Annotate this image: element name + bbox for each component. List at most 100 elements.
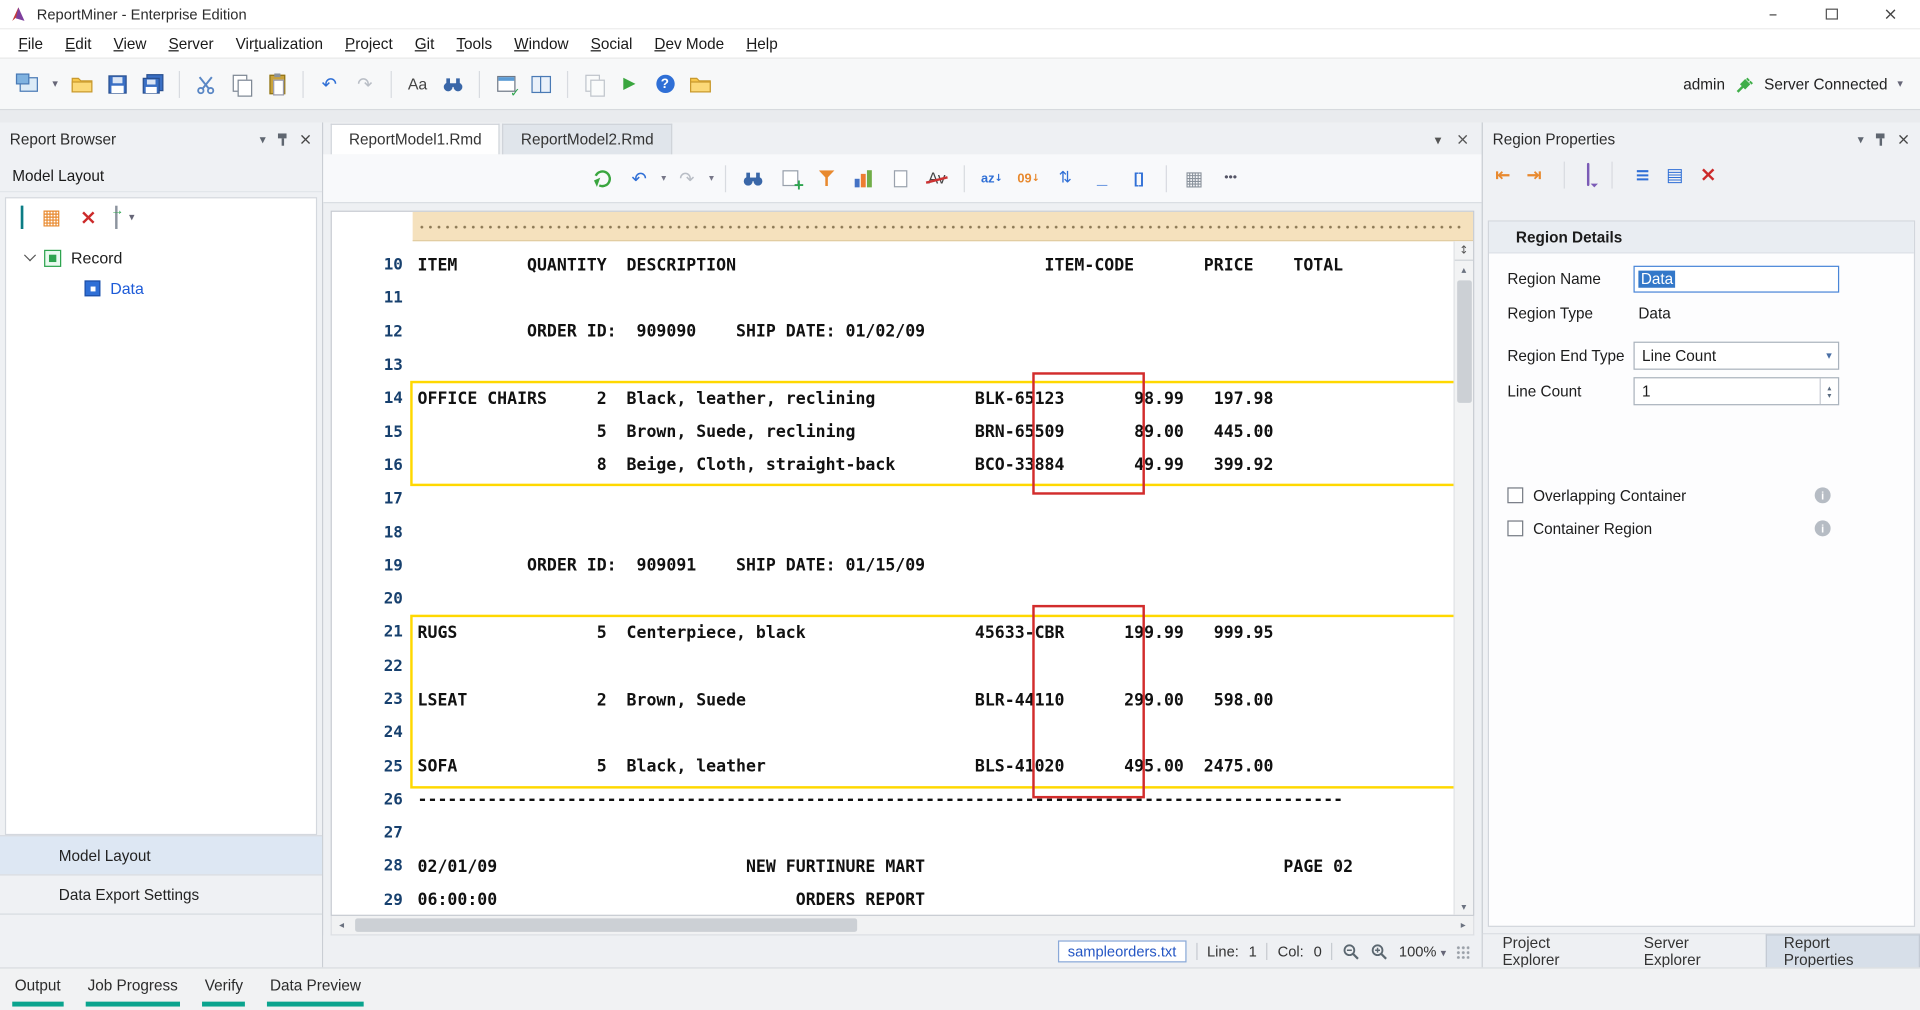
refresh-button[interactable] bbox=[587, 162, 619, 194]
pin-icon[interactable] bbox=[277, 132, 288, 147]
font-case-button[interactable]: Av bbox=[921, 162, 953, 194]
delete-node-button[interactable]: × bbox=[80, 206, 97, 230]
move-region-left-button[interactable]: ⇤ bbox=[1495, 164, 1510, 186]
redo-edit-button[interactable]: ↷ bbox=[671, 162, 703, 194]
new-report-dropdown-icon[interactable]: ▾ bbox=[48, 68, 63, 100]
region-name-input[interactable]: Data bbox=[1633, 266, 1839, 293]
undo-dropdown-icon[interactable]: ▾ bbox=[661, 173, 666, 184]
font-button[interactable]: Aa bbox=[402, 68, 434, 100]
pin-icon[interactable] bbox=[1875, 132, 1886, 147]
help-button[interactable]: ? bbox=[649, 68, 681, 100]
undo-button[interactable]: ↶ bbox=[313, 68, 345, 100]
spin-down-icon[interactable]: ▾ bbox=[1827, 391, 1831, 398]
menu-item-dev-mode[interactable]: Dev Mode bbox=[643, 31, 735, 55]
expand-chevron-icon[interactable] bbox=[24, 249, 36, 261]
save-button[interactable] bbox=[102, 68, 134, 100]
line-text[interactable]: 02/01/09 NEW FURTINURE MART PAGE 02 bbox=[418, 857, 1354, 877]
line-text[interactable]: 06:00:00 ORDERS REPORT bbox=[418, 891, 926, 911]
panel-tab-report-properties[interactable]: Report Properties bbox=[1765, 934, 1920, 967]
delete-region-button[interactable]: × bbox=[1700, 163, 1717, 187]
more-options-button[interactable]: ••• bbox=[1215, 162, 1247, 194]
horizontal-scroll-track[interactable] bbox=[351, 916, 1453, 934]
copy-button[interactable] bbox=[225, 68, 257, 100]
horizontal-scrollbar[interactable]: ◂ ▸ bbox=[331, 916, 1475, 936]
line-text[interactable]: ITEM QUANTITY DESCRIPTION ITEM-CODE PRIC… bbox=[418, 255, 1344, 275]
minimize-button[interactable]: – bbox=[1744, 0, 1803, 28]
scroll-left-icon[interactable]: ◂ bbox=[332, 916, 352, 934]
find-in-report-button[interactable] bbox=[737, 162, 769, 194]
cut-button[interactable] bbox=[190, 68, 222, 100]
zoom-in-button[interactable] bbox=[1371, 942, 1389, 960]
menu-item-server[interactable]: Server bbox=[157, 31, 224, 55]
close-panel-icon[interactable]: × bbox=[299, 130, 312, 148]
add-field-button[interactable] bbox=[774, 162, 806, 194]
tree-node-data[interactable]: Data bbox=[6, 273, 316, 304]
underscore-button[interactable]: _ bbox=[1086, 162, 1118, 194]
tree-node-record[interactable]: Record bbox=[6, 242, 316, 273]
panel-tab-server-explorer[interactable]: Server Explorer bbox=[1627, 934, 1766, 967]
menu-item-git[interactable]: Git bbox=[404, 31, 446, 55]
vertical-scroll-thumb[interactable] bbox=[1457, 280, 1472, 402]
scroll-down-icon[interactable]: ▾ bbox=[1455, 898, 1473, 915]
scroll-up-icon[interactable]: ▴ bbox=[1455, 261, 1473, 278]
redo-dropdown-icon[interactable]: ▾ bbox=[709, 173, 714, 184]
export-dropdown-icon[interactable]: ▾ bbox=[129, 212, 135, 224]
paste-button[interactable] bbox=[261, 68, 293, 100]
preview-data-button[interactable] bbox=[847, 162, 879, 194]
find-button[interactable] bbox=[437, 68, 469, 100]
menu-item-project[interactable]: Project bbox=[334, 31, 404, 55]
report-viewer[interactable]: 10ITEM QUANTITY DESCRIPTION ITEM-CODE PR… bbox=[331, 211, 1475, 916]
sort-az-button[interactable]: az bbox=[976, 162, 1008, 194]
save-all-button[interactable] bbox=[137, 68, 169, 100]
panel-switch-model-layout[interactable]: Model Layout bbox=[0, 835, 322, 874]
new-report-button[interactable] bbox=[12, 68, 44, 100]
app-tab-job-progress[interactable]: Job Progress bbox=[83, 969, 183, 1010]
vertical-scrollbar[interactable]: ↕ ▴ ▾ bbox=[1453, 241, 1473, 914]
compare-button[interactable] bbox=[525, 68, 557, 100]
sort-toggle-button[interactable]: ⇅ bbox=[1049, 162, 1081, 194]
undo-edit-button[interactable]: ↶ bbox=[623, 162, 655, 194]
line-text[interactable]: SOFA 5 Black, leather BLS-41020 495.00 2… bbox=[418, 757, 1274, 777]
app-tab-data-preview[interactable]: Data Preview bbox=[265, 969, 366, 1010]
table-view-button[interactable]: ▦ bbox=[1178, 162, 1210, 194]
spinner-arrows[interactable]: ▴▾ bbox=[1820, 378, 1838, 404]
redo-button[interactable]: ↷ bbox=[349, 68, 381, 100]
toolbar-overflow-icon[interactable]: ▾ bbox=[1897, 78, 1903, 90]
tab-reportmodel1-rmd[interactable]: ReportModel1.Rmd bbox=[331, 124, 500, 155]
line-text[interactable]: ----------------------------------------… bbox=[418, 790, 1344, 810]
menu-item-edit[interactable]: Edit bbox=[54, 31, 102, 55]
line-text[interactable]: 8 Beige, Cloth, straight-back BCO-33884 … bbox=[418, 456, 1274, 476]
export-button[interactable] bbox=[115, 207, 117, 229]
comment-button[interactable] bbox=[1587, 164, 1589, 186]
run-button[interactable]: ▶ bbox=[613, 68, 645, 100]
horizontal-scroll-thumb[interactable] bbox=[355, 918, 857, 931]
close-panel-icon[interactable]: × bbox=[1897, 130, 1910, 148]
console-button[interactable]: ✓ bbox=[490, 68, 522, 100]
menu-item-virtualization[interactable]: Virtualization bbox=[225, 31, 334, 55]
checkbox-overlapping-container[interactable] bbox=[1507, 487, 1523, 503]
field-list-button[interactable]: ≡ bbox=[1635, 164, 1650, 186]
add-container-button[interactable] bbox=[21, 207, 23, 229]
menu-item-help[interactable]: Help bbox=[735, 31, 789, 55]
auto-create-fields-button[interactable] bbox=[811, 162, 843, 194]
app-tab-verify[interactable]: Verify bbox=[200, 969, 248, 1010]
region-panel-button[interactable]: ▤ bbox=[1666, 164, 1683, 186]
close-document-icon[interactable]: × bbox=[1456, 131, 1469, 149]
move-region-right-button[interactable]: ⇥ bbox=[1526, 164, 1541, 186]
panel-tab-project-explorer[interactable]: Project Explorer bbox=[1485, 934, 1626, 967]
splitter-handle-icon[interactable]: ↕ bbox=[1455, 241, 1473, 261]
region-end-type-select[interactable]: Line Count ▾ bbox=[1633, 342, 1839, 370]
tab-list-icon[interactable]: ▾ bbox=[1435, 132, 1442, 148]
panel-switch-data-export-settings[interactable]: Data Export Settings bbox=[0, 874, 322, 913]
zoom-level-dropdown[interactable]: 100% ▾ bbox=[1399, 943, 1446, 960]
pattern-button[interactable] bbox=[884, 162, 916, 194]
maximize-button[interactable] bbox=[1802, 0, 1861, 28]
brackets-button[interactable]: [] bbox=[1123, 162, 1155, 194]
add-table-button[interactable]: ▦ bbox=[42, 206, 62, 230]
menu-item-window[interactable]: Window bbox=[503, 31, 580, 55]
open-project-button[interactable] bbox=[684, 68, 716, 100]
app-tab-output[interactable]: Output bbox=[10, 969, 66, 1010]
file-name-badge[interactable]: sampleorders.txt bbox=[1058, 940, 1186, 962]
line-text[interactable]: LSEAT 2 Brown, Suede BLR-44110 299.00 59… bbox=[418, 690, 1274, 710]
copy-disabled-button[interactable] bbox=[578, 68, 610, 100]
